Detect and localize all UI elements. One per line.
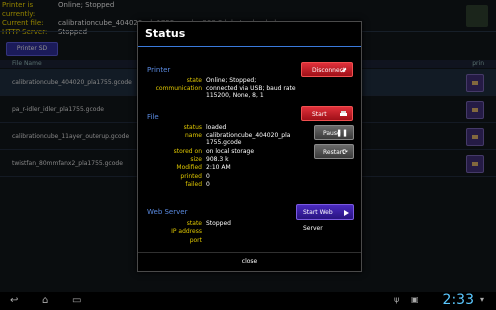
failed-key: failed (185, 181, 202, 188)
modified-key: Modified (176, 164, 202, 171)
clock: 2:33 (442, 292, 474, 308)
file-status-val: loaded (206, 124, 227, 131)
printer-icon (340, 111, 347, 116)
file-name-key: name (184, 132, 202, 139)
plug-icon (340, 67, 347, 73)
printer-section-title: Printer (147, 66, 171, 74)
status-dialog: Status Printer state Online; Stopped; co… (137, 21, 362, 272)
pause-icon: ❚❚ (336, 129, 348, 137)
disconnect-button[interactable]: Disconnect (301, 62, 353, 77)
start-print-button[interactable]: Start (301, 106, 353, 121)
stored-on-key: stored on (173, 148, 202, 155)
dialog-title: Status (145, 27, 186, 40)
printed-key: printed (180, 173, 202, 180)
printer-state-val: Online; Stopped; (206, 77, 257, 84)
web-state-val: Stopped (206, 220, 231, 227)
ip-address-key: IP address (171, 228, 202, 235)
back-icon[interactable]: ↩ (10, 295, 18, 306)
restart-button[interactable]: Restart ⟳ (314, 144, 354, 159)
usb-icon: ψ (394, 295, 400, 304)
printer-state-key: state (186, 77, 202, 84)
file-section-title: File (147, 113, 159, 121)
size-val: 908.3 k (206, 156, 229, 163)
port-key: port (189, 237, 202, 244)
restart-icon: ⟳ (342, 148, 348, 156)
printed-val: 0 (206, 173, 210, 180)
start-web-server-label: Start Web Server (303, 209, 333, 232)
pause-button[interactable]: Pause ❚❚ (314, 125, 354, 140)
play-icon (344, 210, 349, 216)
failed-val: 0 (206, 181, 210, 188)
start-web-server-button[interactable]: Start Web Server (296, 204, 354, 232)
close-button[interactable]: close (138, 252, 361, 271)
wifi-icon: ▾ (480, 295, 485, 304)
web-server-section-title: Web Server (147, 208, 188, 216)
stored-on-val: on local storage (206, 148, 255, 155)
file-status-key: status (183, 124, 202, 131)
home-icon[interactable]: ⌂ (42, 295, 48, 306)
file-name-val: calibrationcube_404020_pla 1755.gcode (206, 132, 291, 146)
web-state-key: state (186, 220, 202, 227)
recent-apps-icon[interactable]: ▭ (72, 295, 81, 306)
system-nav-bar: ↩ ⌂ ▭ ψ ▣ 2:33 ▾ (0, 292, 496, 310)
modified-val: 2:10 AM (206, 164, 231, 171)
size-key: size (190, 156, 202, 163)
start-label: Start (312, 111, 327, 118)
dialog-title-bar: Status (138, 22, 361, 47)
communication-val: connected via USB; baud rate 115200, Non… (206, 85, 296, 99)
image-icon: ▣ (411, 295, 419, 304)
communication-key: communication (155, 85, 202, 92)
